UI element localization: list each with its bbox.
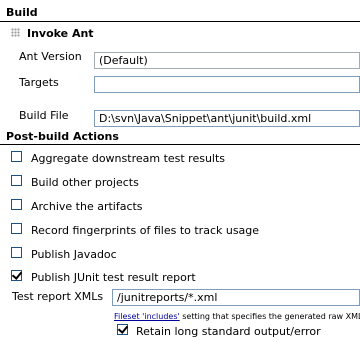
- publish-junit-label: Publish JUnit test result report: [31, 271, 196, 284]
- build-section-divider: [0, 21, 360, 22]
- build-file-input[interactable]: D:\svn\Java\Snippet\ant\junit\build.xml: [94, 110, 360, 127]
- aggregate-downstream-label: Aggregate downstream test results: [31, 152, 226, 165]
- build-file-label: Build File: [19, 109, 69, 122]
- targets-input[interactable]: [94, 76, 360, 93]
- fileset-help-description: setting that specifies the generated raw…: [179, 312, 360, 321]
- retain-output-label: Retain long standard output/error: [136, 325, 321, 338]
- retain-output-checkbox[interactable]: [117, 324, 128, 335]
- build-other-projects-label: Build other projects: [31, 176, 139, 189]
- targets-label: Targets: [19, 76, 59, 89]
- archive-artifacts-checkbox[interactable]: [11, 199, 22, 210]
- post-build-section-title: Post-build Actions: [6, 130, 119, 143]
- aggregate-downstream-checkbox[interactable]: [11, 151, 22, 162]
- build-section-title: Build: [6, 6, 38, 19]
- publish-junit-checkbox[interactable]: [11, 270, 22, 281]
- invoke-ant-step-title: Invoke Ant: [27, 27, 94, 40]
- record-fingerprints-checkbox[interactable]: [11, 223, 22, 234]
- post-build-section-divider: [0, 144, 360, 145]
- publish-javadoc-checkbox[interactable]: [11, 247, 22, 258]
- test-report-xmls-label: Test report XMLs: [12, 290, 104, 303]
- ant-version-label: Ant Version: [19, 50, 82, 63]
- ant-version-select[interactable]: (Default): [94, 52, 360, 69]
- publish-javadoc-label: Publish Javadoc: [31, 248, 117, 261]
- build-other-projects-checkbox[interactable]: [11, 175, 22, 186]
- fileset-includes-link[interactable]: Fileset 'includes': [114, 312, 180, 321]
- record-fingerprints-label: Record fingerprints of files to track us…: [31, 224, 260, 237]
- archive-artifacts-label: Archive the artifacts: [31, 200, 143, 213]
- drag-handle-icon[interactable]: [11, 28, 20, 37]
- fileset-help-text: Fileset 'includes' setting that specifie…: [114, 309, 360, 322]
- test-report-xmls-input[interactable]: /junitreports/*.xml: [112, 289, 360, 306]
